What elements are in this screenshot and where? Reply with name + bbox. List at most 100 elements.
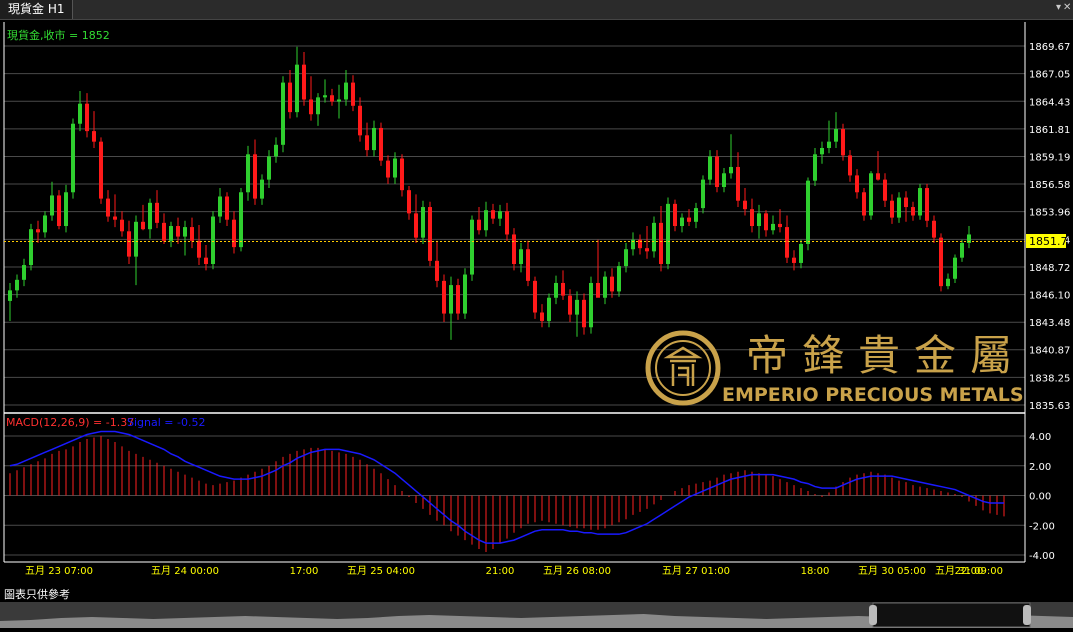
candle-body <box>582 299 586 328</box>
price-tick-label: 1869.67 <box>1029 42 1070 53</box>
candle-body <box>883 179 887 201</box>
candle-body <box>393 158 397 178</box>
candle-body <box>694 208 698 222</box>
candle-body <box>50 195 54 216</box>
watermark-chinese: 帝鋒貴金屬 <box>746 331 1026 380</box>
chart-svg[interactable]: 帝鋒貴金屬 EMPERIO PRECIOUS METALS 1869.67 186… <box>0 0 1073 586</box>
candle-body <box>722 173 726 188</box>
candle-body <box>491 210 495 219</box>
price-tick-label: 1848.72 <box>1029 263 1070 274</box>
candle-body <box>148 202 152 230</box>
candle-body <box>568 295 572 315</box>
signal-label: Signal = -0.52 <box>127 416 205 429</box>
watermark-english: EMPERIO PRECIOUS METALS <box>722 384 1024 406</box>
candle-body <box>554 282 558 298</box>
candle-body <box>456 285 460 314</box>
candle-body <box>8 290 12 301</box>
navigator-window[interactable] <box>872 602 1031 628</box>
candle-body <box>484 210 488 231</box>
candle-body <box>946 278 950 287</box>
price-tick-label: 1846.10 <box>1029 291 1070 302</box>
candle-body <box>15 279 19 291</box>
candle-body <box>862 192 866 216</box>
time-tick-label: 五月 25 04:00 <box>347 565 415 577</box>
candle-body <box>519 249 523 264</box>
candle-body <box>778 223 782 228</box>
disclaimer-text: 圖表只供參考 <box>4 588 70 601</box>
candle-body <box>792 257 796 263</box>
candle-body <box>596 282 600 298</box>
navigator-bar[interactable] <box>0 602 1073 628</box>
candle-body <box>827 141 831 148</box>
candle-body <box>624 249 628 267</box>
candle-body <box>372 127 376 151</box>
candle-body <box>386 160 390 178</box>
candle-body <box>848 155 852 176</box>
candle-body <box>715 156 719 188</box>
price-tick-label: 1843.48 <box>1029 318 1070 329</box>
time-tick-label: 18:00 <box>801 566 830 577</box>
candle-body <box>729 166 733 174</box>
navigator-right-handle[interactable] <box>1023 605 1031 625</box>
candle-body <box>239 192 243 248</box>
candle-body <box>106 198 110 217</box>
candle-body <box>218 196 222 217</box>
candle-body <box>204 257 208 264</box>
price-tick-label: 1853.96 <box>1029 208 1070 219</box>
macd-tick-label: -2.00 <box>1029 521 1055 532</box>
price-tick-label: 1859.19 <box>1029 153 1070 164</box>
candle-body <box>428 207 432 261</box>
price-tick-label: 1835.63 <box>1029 401 1070 412</box>
candle-body <box>274 144 278 157</box>
candle-body <box>351 82 355 106</box>
candle-body <box>785 227 789 258</box>
candle-body <box>225 196 229 220</box>
candle-body <box>190 227 194 241</box>
price-tick-label: 1840.87 <box>1029 346 1070 357</box>
candle-body <box>834 129 838 142</box>
candle-body <box>736 166 740 201</box>
navigator-left-handle[interactable] <box>869 605 877 625</box>
candle-body <box>505 211 509 235</box>
candle-body <box>134 221 138 257</box>
candle-body <box>512 234 516 264</box>
candle-body <box>470 219 474 275</box>
candle-body <box>43 215 47 233</box>
candle-body <box>617 266 621 292</box>
candles <box>8 46 971 340</box>
candle-body <box>652 222 656 252</box>
candle-body <box>92 131 96 142</box>
time-tick-label: 五月 26 08:00 <box>543 565 611 577</box>
candle-body <box>365 135 369 151</box>
candle-body <box>897 197 901 218</box>
candle-body <box>281 82 285 145</box>
candle-body <box>442 280 446 314</box>
time-tick-label: 17:00 <box>290 566 319 577</box>
candle-body <box>57 195 61 227</box>
candle-body <box>316 97 320 115</box>
price-tick-label: 1864.43 <box>1029 97 1070 108</box>
candle-body <box>771 223 775 231</box>
price-tick-label: 1867.05 <box>1029 70 1070 81</box>
candle-body <box>477 219 481 231</box>
watermark-logo-emblem <box>663 346 703 386</box>
candle-body <box>806 180 810 244</box>
time-tick-label: 五月 27 01:00 <box>662 565 730 577</box>
macd-histogram <box>9 436 1005 553</box>
candle-body <box>337 99 341 102</box>
candle-body <box>449 285 453 314</box>
candle-body <box>183 227 187 237</box>
candle-body <box>176 226 180 237</box>
candle-body <box>743 200 747 210</box>
candle-body <box>232 219 236 248</box>
candle-body <box>603 276 607 298</box>
time-tick-label: 五月 23 07:00 <box>25 565 93 577</box>
candle-body <box>869 173 873 216</box>
candle-body <box>925 188 929 221</box>
candle-body <box>141 221 145 230</box>
time-axis: 五月 23 07:00 五月 24 00:00 17:00 五月 25 04:00 21… <box>25 565 1003 577</box>
candle-body <box>330 95 334 102</box>
macd-tick-label: -4.00 <box>1029 551 1055 562</box>
candle-body <box>855 175 859 193</box>
candle-body <box>708 156 712 180</box>
